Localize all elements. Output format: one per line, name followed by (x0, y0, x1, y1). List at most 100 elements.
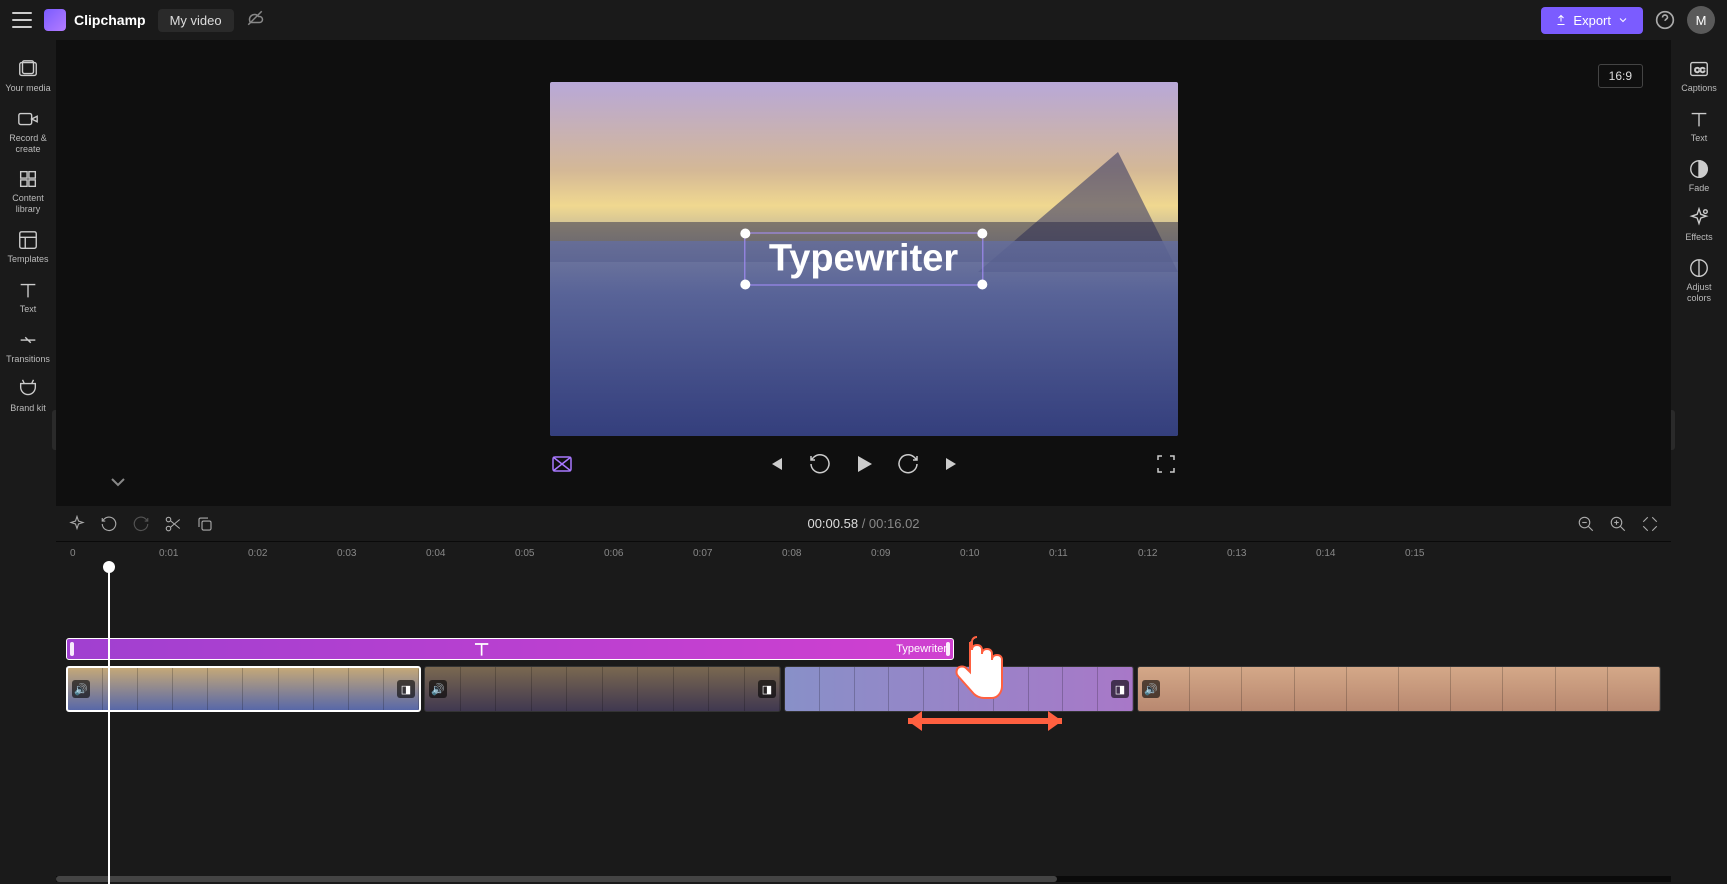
app-header: Clipchamp My video Export M (0, 0, 1727, 40)
library-icon (17, 168, 39, 190)
text-edit-icon (1688, 108, 1710, 130)
clip-audio-icon[interactable]: 🔊 (429, 680, 447, 698)
app-name: Clipchamp (74, 12, 146, 28)
ruler-tick: 0 (70, 548, 76, 559)
total-time: 00:16.02 (869, 516, 920, 531)
ruler-tick: 0:04 (426, 548, 445, 559)
auto-enhance-icon[interactable] (68, 515, 86, 533)
sidebar-item-text-edit[interactable]: Text (1674, 102, 1724, 150)
text-icon (17, 279, 39, 301)
ruler-tick: 0:14 (1316, 548, 1335, 559)
sidebar-item-record-create[interactable]: Record & create (3, 102, 53, 161)
aspect-ratio-button[interactable]: 16:9 (1598, 64, 1643, 88)
clip-audio-icon[interactable]: 🔊 (72, 680, 90, 698)
ruler-tick: 0:13 (1227, 548, 1246, 559)
sidebar-item-your-media[interactable]: Your media (3, 52, 53, 100)
ruler-tick: 0:08 (782, 548, 801, 559)
video-clip-3[interactable]: ◨ (784, 666, 1134, 712)
skip-forward-icon[interactable] (940, 452, 964, 476)
timeline-panel: 00:00.58 / 00:16.02 0 0:01 0:02 0:03 0:04 0:0… (56, 506, 1671, 884)
fade-icon (1688, 158, 1710, 180)
sidebar-item-adjust-colors[interactable]: Adjust colors (1674, 251, 1724, 310)
play-icon[interactable] (852, 452, 876, 476)
preview-text-content: Typewriter (769, 238, 958, 281)
clip-audio-icon[interactable]: 🔊 (1142, 680, 1160, 698)
adjust-icon (1688, 257, 1710, 279)
sidebar-item-fade[interactable]: Fade (1674, 152, 1724, 200)
text-overlay-selection[interactable]: Typewriter (744, 233, 983, 286)
templates-icon (17, 229, 39, 251)
playhead[interactable] (108, 570, 110, 884)
export-button[interactable]: Export (1541, 7, 1643, 34)
ruler-tick: 0:15 (1405, 548, 1424, 559)
ruler-tick: 0:10 (960, 548, 979, 559)
sidebar-item-captions[interactable]: CC Captions (1674, 52, 1724, 100)
clip-transition-icon[interactable]: ◨ (758, 680, 776, 698)
sidebar-item-content-library[interactable]: Content library (3, 162, 53, 221)
video-preview[interactable]: Typewriter (550, 82, 1178, 436)
timeline-tracks[interactable]: Typewriter 🔊 ◨ 🔊 ◨ ◨ 🔊 (56, 570, 1671, 884)
record-icon (17, 108, 39, 130)
ruler-tick: 0:01 (159, 548, 178, 559)
svg-text:CC: CC (1694, 66, 1705, 75)
rewind-icon[interactable] (808, 452, 832, 476)
clip-trim-left-handle[interactable] (70, 642, 74, 656)
split-icon[interactable] (164, 515, 182, 533)
app-logo[interactable]: Clipchamp (44, 9, 146, 31)
fit-timeline-icon[interactable] (1641, 515, 1659, 533)
export-label: Export (1573, 13, 1611, 28)
duplicate-icon[interactable] (196, 515, 214, 533)
sidebar-item-text[interactable]: Text (3, 273, 53, 321)
sidebar-item-effects[interactable]: Effects (1674, 201, 1724, 249)
video-clip-4[interactable]: 🔊 (1137, 666, 1661, 712)
ruler-tick: 0:05 (515, 548, 534, 559)
project-name-button[interactable]: My video (158, 9, 234, 32)
zoom-out-icon[interactable] (1577, 515, 1595, 533)
redo-icon[interactable] (132, 515, 150, 533)
ruler-tick: 0:12 (1138, 548, 1157, 559)
help-icon[interactable] (1655, 10, 1675, 30)
hamburger-icon[interactable] (12, 12, 32, 28)
transitions-icon (17, 329, 39, 351)
fullscreen-icon[interactable] (1154, 452, 1178, 476)
clip-transition-icon[interactable]: ◨ (1111, 680, 1129, 698)
clipchamp-logo-icon (44, 9, 66, 31)
undo-icon[interactable] (100, 515, 118, 533)
ruler-tick: 0:09 (871, 548, 890, 559)
ruler-tick: 0:02 (248, 548, 267, 559)
preview-controls (550, 452, 1178, 476)
captions-icon: CC (1688, 58, 1710, 80)
ruler-tick: 0:06 (604, 548, 623, 559)
clip-transition-icon[interactable]: ◨ (397, 680, 415, 698)
forward-icon[interactable] (896, 452, 920, 476)
timeline-ruler[interactable]: 0 0:01 0:02 0:03 0:04 0:05 0:06 0:07 0:08 0:09 0:1… (56, 542, 1671, 570)
cloud-sync-icon[interactable] (246, 9, 264, 32)
safe-zone-icon[interactable] (550, 452, 574, 476)
video-track-row: 🔊 ◨ 🔊 ◨ ◨ 🔊 (66, 666, 1661, 712)
time-display: 00:00.58 / 00:16.02 (807, 516, 919, 531)
skip-back-icon[interactable] (764, 452, 788, 476)
resize-handle-tl[interactable] (740, 229, 750, 239)
left-sidebar: Your media Record & create Content libra… (0, 40, 56, 884)
sidebar-item-transitions[interactable]: Transitions (3, 323, 53, 371)
sidebar-item-brand-kit[interactable]: Brand kit (3, 372, 53, 420)
resize-handle-bl[interactable] (740, 280, 750, 290)
zoom-in-icon[interactable] (1609, 515, 1627, 533)
video-clip-1[interactable]: 🔊 ◨ (66, 666, 421, 712)
text-clip[interactable]: Typewriter (66, 638, 954, 660)
timeline-scrollbar[interactable] (56, 876, 1671, 882)
timeline-collapse-icon[interactable] (106, 470, 130, 494)
video-clip-2[interactable]: 🔊 ◨ (424, 666, 781, 712)
timeline-toolbar: 00:00.58 / 00:16.02 (56, 506, 1671, 542)
ruler-tick: 0:07 (693, 548, 712, 559)
effects-icon (1688, 207, 1710, 229)
media-icon (17, 58, 39, 80)
preview-area: 16:9 Typewriter (56, 40, 1671, 506)
avatar[interactable]: M (1687, 6, 1715, 34)
scrollbar-thumb[interactable] (56, 876, 1057, 882)
ruler-tick: 0:11 (1049, 548, 1068, 559)
clip-trim-right-handle[interactable] (946, 642, 950, 656)
text-clip-icon (73, 639, 890, 659)
ruler-tick: 0:03 (337, 548, 356, 559)
sidebar-item-templates[interactable]: Templates (3, 223, 53, 271)
